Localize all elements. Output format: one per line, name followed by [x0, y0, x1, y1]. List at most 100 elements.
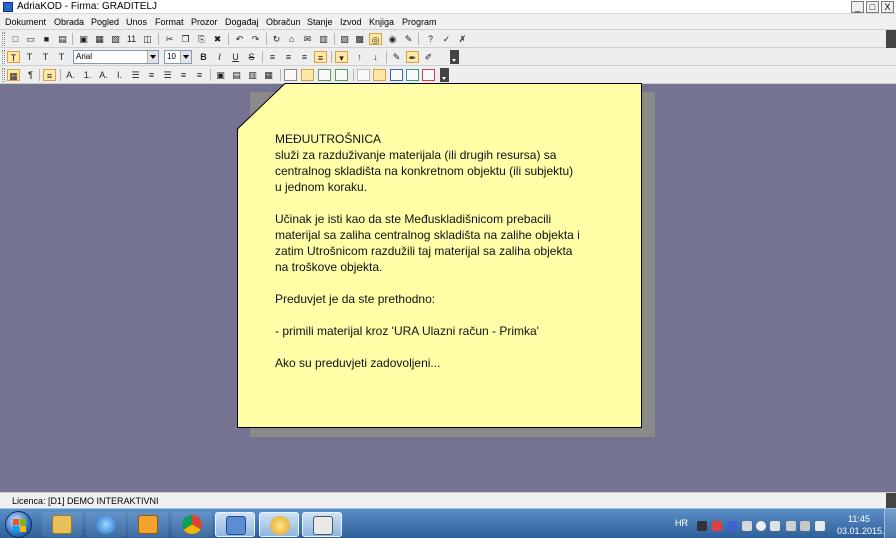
save-icon[interactable]: ■ [40, 33, 53, 45]
paragraph-icon[interactable]: ¶ [24, 69, 37, 81]
toolbar-grip[interactable] [2, 32, 5, 46]
home-icon[interactable]: ⌂ [285, 33, 298, 45]
taskbar-media-player[interactable] [128, 512, 168, 537]
two-pages-icon[interactable]: ◫ [141, 33, 154, 45]
eraser-icon[interactable]: ✐ [422, 51, 435, 63]
text-style-normal-button[interactable]: T [7, 51, 20, 63]
table-icon[interactable]: ▥ [317, 33, 330, 45]
menu-izvod[interactable]: Izvod [340, 16, 362, 28]
clock-date[interactable]: 03.01.2015. [837, 526, 885, 537]
toolbar-grip[interactable] [2, 68, 5, 82]
tray-monitor-icon[interactable] [770, 521, 780, 531]
tray-app-icon[interactable] [697, 521, 707, 531]
insert-frame-icon[interactable]: ▦ [262, 69, 275, 81]
window-icon[interactable]: ▨ [338, 33, 351, 45]
menu-program[interactable]: Program [402, 16, 437, 28]
menu-format[interactable]: Format [155, 16, 184, 28]
taskbar-chrome[interactable] [172, 512, 212, 537]
check-icon[interactable]: ✓ [440, 33, 453, 45]
line-style-icon[interactable]: ≡ [43, 69, 56, 81]
cancel-icon[interactable]: ✗ [456, 33, 469, 45]
tray-network-icon[interactable] [727, 521, 737, 531]
help-icon[interactable]: ? [424, 33, 437, 45]
note-style-icon[interactable]: ▦ [7, 69, 20, 81]
indent-icon[interactable]: ☰ [161, 69, 174, 81]
undo-icon[interactable]: ↶ [233, 33, 246, 45]
menu-pogled[interactable]: Pogled [91, 16, 119, 28]
text-style-heading-button[interactable]: T [23, 51, 36, 63]
menu-knjiga[interactable]: Knjiga [369, 16, 394, 28]
ordered-list-icon[interactable]: ☰ [129, 69, 142, 81]
toolbar-grip[interactable] [2, 50, 5, 64]
superscript-icon[interactable]: ↑ [353, 51, 366, 63]
border-green-alt-icon[interactable] [335, 69, 348, 81]
print-preview-icon[interactable]: ▣ [77, 33, 90, 45]
align-justify-icon[interactable]: ≡ [314, 51, 327, 63]
taskbar-app-1[interactable] [215, 512, 255, 537]
toolbar-overflow-button[interactable] [440, 68, 449, 82]
fill-teal-icon[interactable] [406, 69, 419, 81]
tray-usb-icon[interactable] [742, 521, 752, 531]
network-status-icon[interactable] [800, 521, 810, 531]
insert-note-icon[interactable]: ▤ [230, 69, 243, 81]
menu-unos[interactable]: Unos [126, 16, 147, 28]
taskbar-adriakod[interactable] [302, 512, 342, 537]
fill-red-icon[interactable] [422, 69, 435, 81]
fill-default-icon[interactable] [373, 69, 386, 81]
zoom-icon[interactable]: ▦ [93, 33, 106, 45]
text-style-red-button[interactable]: T [39, 51, 52, 63]
menu-dokument[interactable]: Dokument [5, 16, 46, 28]
menu-prozor[interactable]: Prozor [191, 16, 218, 28]
redo-icon[interactable]: ↷ [249, 33, 262, 45]
record-icon[interactable]: ◉ [386, 33, 399, 45]
toolbar-overflow-button[interactable] [450, 50, 459, 64]
action-center-flag-icon[interactable] [815, 521, 825, 531]
mail-icon[interactable]: ✉ [301, 33, 314, 45]
paste-icon[interactable]: ⎘ [195, 33, 208, 45]
menu-obrada[interactable]: Obrada [54, 16, 84, 28]
list-lower-alpha-button[interactable]: A. [97, 69, 110, 81]
fill-blue-icon[interactable] [390, 69, 403, 81]
border-green-icon[interactable] [318, 69, 331, 81]
minimize-button[interactable]: _ [851, 1, 864, 13]
bullet-list-icon[interactable]: ≡ [177, 69, 190, 81]
align-left-icon[interactable]: ≡ [266, 51, 279, 63]
find-icon[interactable]: ▧ [109, 33, 122, 45]
show-desktop-button[interactable] [884, 509, 896, 538]
close-button[interactable]: X [881, 1, 894, 13]
menu-stanje[interactable]: Stanje [307, 16, 333, 28]
print-icon[interactable]: ▤ [56, 33, 69, 45]
tray-security-icon[interactable] [712, 521, 722, 531]
border-none-icon[interactable] [284, 69, 297, 81]
underline-button[interactable]: U [229, 51, 242, 63]
insert-image-icon[interactable]: ▣ [214, 69, 227, 81]
new-document-icon[interactable]: □ [9, 33, 22, 45]
subscript-icon[interactable]: ↓ [369, 51, 382, 63]
strikethrough-button[interactable]: S [245, 51, 258, 63]
copy-icon[interactable]: ❐ [179, 33, 192, 45]
align-center-icon[interactable]: ≡ [282, 51, 295, 63]
text-style-color-button[interactable]: T [55, 51, 68, 63]
menu-dogadaj[interactable]: Događaj [225, 16, 259, 28]
border-box-icon[interactable] [301, 69, 314, 81]
align-right-icon[interactable]: ≡ [298, 51, 311, 63]
tray-clock-icon[interactable] [756, 521, 766, 531]
status-overflow-button[interactable] [886, 493, 896, 509]
taskbar-internet-explorer[interactable] [86, 512, 126, 537]
chevron-down-icon[interactable] [180, 51, 191, 63]
volume-icon[interactable] [786, 521, 796, 531]
clock-time[interactable]: 11:45 [848, 514, 870, 525]
search-doc-icon[interactable]: ◎ [369, 33, 382, 45]
taskbar-explorer[interactable] [42, 512, 82, 537]
restore-button[interactable]: □ [866, 1, 879, 13]
taskbar-app-2[interactable] [259, 512, 299, 537]
list-upper-alpha-button[interactable]: A. [64, 69, 77, 81]
toolbar-overflow-button[interactable] [886, 30, 896, 48]
font-size-select[interactable]: 10 [164, 50, 192, 64]
menu-obracun[interactable]: Obračun [266, 16, 301, 28]
fill-none-icon[interactable] [357, 69, 370, 81]
multilevel-list-icon[interactable]: ≡ [193, 69, 206, 81]
marker-icon[interactable]: ✒ [406, 51, 419, 63]
open-folder-icon[interactable]: ▭ [24, 33, 37, 45]
highlight-icon[interactable]: ✎ [390, 51, 403, 63]
